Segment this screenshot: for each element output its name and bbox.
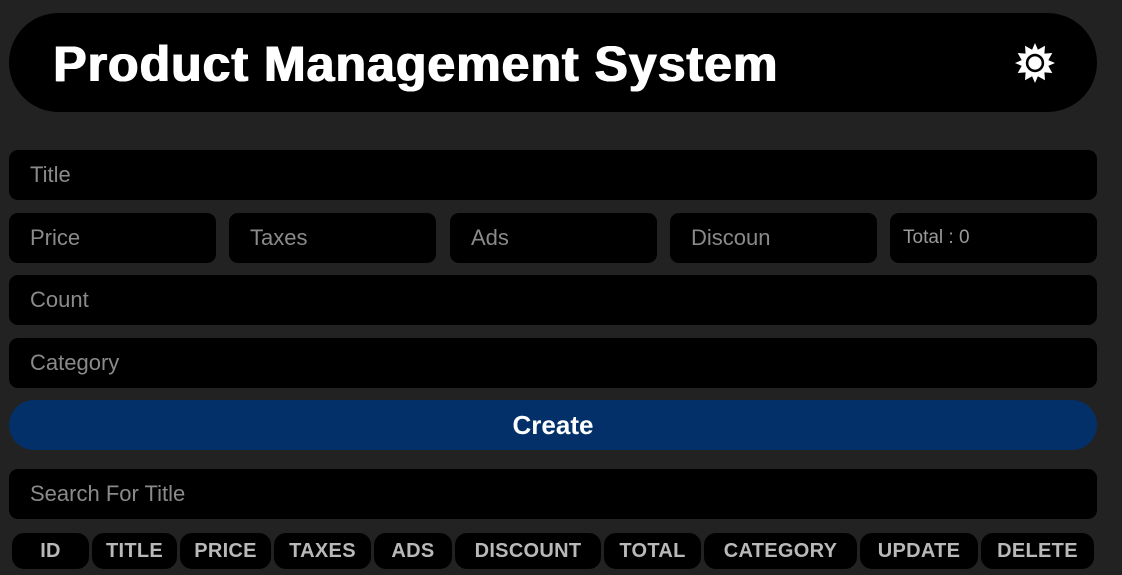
search-input[interactable] — [9, 469, 1097, 519]
column-header-price: PRICE — [180, 533, 271, 569]
column-header-discount: DISCOUNT — [455, 533, 601, 569]
page-title: Product Management System — [53, 36, 779, 92]
ads-input[interactable] — [450, 213, 657, 263]
column-header-category: CATEGORY — [704, 533, 857, 569]
theme-toggle-button[interactable] — [1014, 42, 1056, 84]
column-header-title: TITLE — [92, 533, 177, 569]
sun-icon — [1015, 43, 1055, 83]
column-header-id: ID — [12, 533, 89, 569]
category-input[interactable] — [9, 338, 1097, 388]
title-input[interactable] — [9, 150, 1097, 200]
column-header-ads: ADS — [374, 533, 452, 569]
discount-input[interactable] — [670, 213, 877, 263]
column-header-taxes: TAXES — [274, 533, 371, 569]
taxes-input[interactable] — [229, 213, 436, 263]
total-display: Total : 0 — [890, 213, 1097, 263]
create-button[interactable]: Create — [9, 400, 1097, 450]
price-input[interactable] — [9, 213, 216, 263]
count-input[interactable] — [9, 275, 1097, 325]
app-root: Product Management System Total : 0 Crea… — [0, 0, 1122, 575]
column-header-total: TOTAL — [604, 533, 701, 569]
app-header: Product Management System — [9, 13, 1097, 112]
column-header-update: UPDATE — [860, 533, 978, 569]
column-header-delete: DELETE — [981, 533, 1094, 569]
